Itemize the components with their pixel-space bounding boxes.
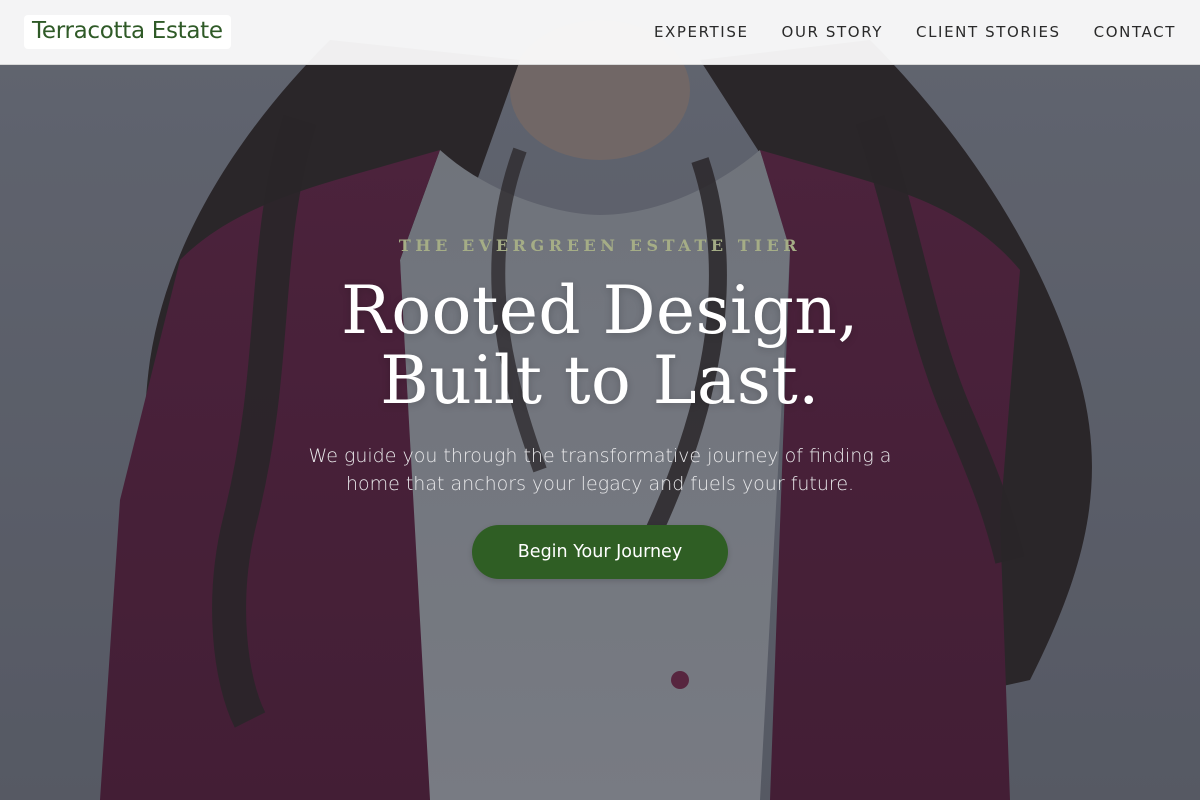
begin-journey-button[interactable]: Begin Your Journey: [472, 525, 728, 579]
hero-content: THE EVERGREEN ESTATE TIER Rooted Design,…: [0, 0, 1200, 800]
hero-eyebrow: THE EVERGREEN ESTATE TIER: [398, 236, 802, 255]
hero-headline: Rooted Design, Built to Last.: [0, 276, 1200, 416]
hero-headline-line-1: Rooted Design,: [341, 272, 859, 349]
hero-subtext: We guide you through the transformative …: [308, 445, 892, 495]
hero-headline-line-2: Built to Last.: [380, 342, 820, 419]
